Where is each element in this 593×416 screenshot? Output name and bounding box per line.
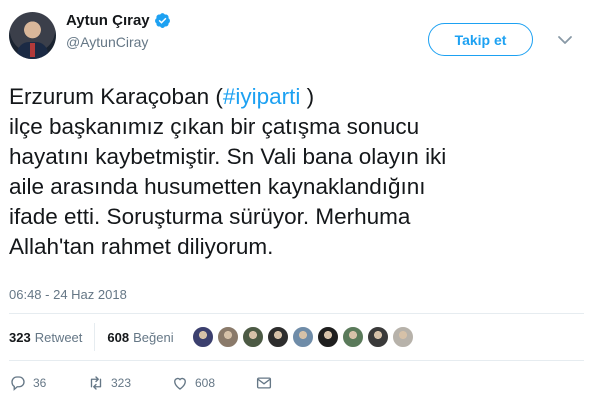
retweet-count: 323 bbox=[9, 329, 31, 345]
liker-avatar[interactable] bbox=[216, 326, 239, 348]
heart-icon bbox=[174, 377, 186, 390]
liker-avatar[interactable] bbox=[391, 326, 414, 348]
retweet-button[interactable]: 323 bbox=[87, 374, 131, 392]
tweet-line-2: ilçe başkanımız çıkan bir çatışma sonucu bbox=[9, 114, 420, 139]
tweet-text-segment: ) bbox=[300, 84, 315, 109]
tweet-text-segment: Erzurum Karaçoban ( bbox=[9, 84, 223, 109]
reply-icon bbox=[11, 376, 25, 391]
display-name[interactable]: Aytun Çıray bbox=[66, 12, 150, 29]
divider bbox=[9, 360, 584, 361]
tweet-line-3: hayatını kaybetmiştir. Sn Vali bana olay… bbox=[9, 144, 447, 169]
avatar-tie bbox=[30, 43, 35, 57]
retweet-action-count: 323 bbox=[111, 376, 132, 390]
chevron-down-icon[interactable] bbox=[557, 34, 573, 46]
liker-avatars bbox=[191, 326, 417, 348]
envelope-icon bbox=[256, 377, 272, 389]
like-stat[interactable]: 608 Beğeni bbox=[107, 330, 173, 345]
liker-avatar[interactable] bbox=[366, 326, 389, 348]
tweet-header: Aytun Çıray @AytunCiray Takip et bbox=[0, 0, 593, 70]
user-handle[interactable]: @AytunCiray bbox=[66, 34, 148, 50]
direct-message-button[interactable] bbox=[255, 374, 273, 392]
retweet-icon bbox=[90, 376, 102, 390]
like-count: 608 bbox=[107, 329, 130, 345]
tweet-timestamp[interactable]: 06:48 - 24 Haz 2018 bbox=[9, 287, 127, 302]
verified-badge-icon bbox=[154, 13, 170, 28]
liker-avatar[interactable] bbox=[191, 326, 214, 348]
like-label: Beğeni bbox=[133, 329, 174, 345]
hashtag-link[interactable]: #iyiparti bbox=[223, 84, 301, 109]
reply-count: 36 bbox=[33, 376, 47, 390]
tweet-line-5: ifade etti. Soruşturma sürüyor. Merhuma bbox=[9, 204, 411, 229]
tweet-line-4: aile arasında husumetten kaynaklandığını bbox=[9, 174, 426, 199]
liker-avatar[interactable] bbox=[241, 326, 264, 348]
tweet-text: Erzurum Karaçoban (#iyiparti ) ilçe başk… bbox=[9, 82, 584, 262]
liker-avatar[interactable] bbox=[316, 326, 339, 348]
liker-avatar[interactable] bbox=[341, 326, 364, 348]
stat-separator bbox=[94, 323, 96, 351]
retweet-label: Retweet bbox=[34, 329, 83, 345]
tweet-line-1: Erzurum Karaçoban (#iyiparti ) bbox=[9, 82, 584, 112]
liker-avatar[interactable] bbox=[266, 326, 289, 348]
liker-avatar[interactable] bbox=[291, 326, 314, 348]
like-action-count: 608 bbox=[195, 376, 216, 390]
retweet-stat[interactable]: 323 Retweet bbox=[9, 330, 82, 345]
follow-button[interactable]: Takip et bbox=[428, 23, 533, 56]
name-row: Aytun Çıray bbox=[66, 12, 171, 29]
tweet-stats: 323 Retweet 608 Beğeni bbox=[9, 322, 417, 352]
reply-button[interactable]: 36 bbox=[9, 374, 46, 392]
tweet-line-6: Allah'tan rahmet diliyorum. bbox=[9, 234, 274, 259]
like-button[interactable]: 608 bbox=[171, 374, 215, 392]
divider bbox=[9, 313, 584, 314]
avatar[interactable] bbox=[9, 12, 56, 59]
